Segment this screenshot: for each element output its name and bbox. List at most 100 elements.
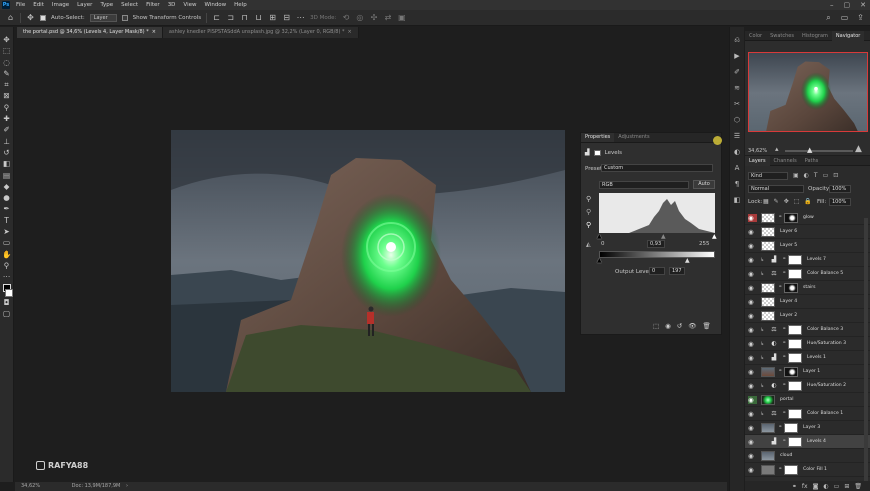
tab-unsplash[interactable]: ashley knedler PISPSTASddA unsplash.jpg … bbox=[162, 27, 359, 38]
tab-histogram[interactable]: Histogram bbox=[798, 31, 832, 41]
lock-image-icon[interactable]: ✎ bbox=[774, 198, 779, 205]
mask-link-icon[interactable]: ⚭ bbox=[782, 354, 786, 360]
crop-tool-icon[interactable]: ⌗ bbox=[2, 80, 11, 90]
blur-tool-icon[interactable]: ◆ bbox=[2, 182, 11, 192]
layer-thumbnail[interactable] bbox=[761, 367, 775, 377]
blend-mode-dropdown[interactable]: Normal bbox=[748, 185, 804, 193]
workspace-icon[interactable]: ▭ bbox=[840, 13, 849, 22]
layer-row[interactable]: ◉ Layer 6 bbox=[745, 225, 870, 239]
layer-row[interactable]: ◉ Layer 5 bbox=[745, 239, 870, 253]
layer-name[interactable]: Layer 5 bbox=[780, 239, 797, 253]
navigator-zoom-slider[interactable] bbox=[785, 150, 853, 152]
layer-row[interactable]: ◉ ↳ ⚖ ⚭ Color Balance 5 bbox=[745, 267, 870, 281]
layer-mask-thumbnail[interactable] bbox=[788, 381, 802, 391]
layer-thumbnail[interactable] bbox=[761, 395, 775, 405]
filter-pixel-icon[interactable]: ▣ bbox=[793, 172, 799, 179]
clipping-warning-icon[interactable]: ◭ bbox=[586, 241, 591, 248]
layer-name[interactable]: Levels 1 bbox=[807, 351, 826, 365]
visibility-eye-icon[interactable]: ◉ bbox=[748, 214, 757, 222]
layer-mask-thumbnail[interactable] bbox=[788, 437, 802, 447]
type-tool-icon[interactable]: T bbox=[2, 216, 11, 226]
brush-tool-icon[interactable]: ✐ bbox=[2, 125, 11, 135]
move-tool-icon[interactable]: ✥ bbox=[26, 13, 35, 22]
share-icon[interactable]: ⇪ bbox=[856, 13, 865, 22]
input-black-slider[interactable]: ▲ bbox=[597, 233, 602, 240]
layer-row[interactable]: ◉ ↳ ▟ ⚭ Levels 1 bbox=[745, 351, 870, 365]
mask-link-icon[interactable]: ⚭ bbox=[782, 270, 786, 276]
visibility-eye-icon[interactable]: ◉ bbox=[748, 438, 757, 446]
align-center-icon[interactable]: ⊐ bbox=[226, 13, 235, 22]
layer-mask-thumbnail[interactable] bbox=[784, 213, 798, 223]
preset-dropdown[interactable]: Custom bbox=[601, 164, 713, 172]
auto-select-dropdown[interactable]: Layer bbox=[89, 13, 117, 22]
delete-icon[interactable]: 🗑 bbox=[703, 322, 711, 330]
pen-tool-icon[interactable]: ✒ bbox=[2, 204, 11, 214]
3d-slide-icon[interactable]: ⇄ bbox=[383, 13, 392, 22]
layer-mask-thumbnail[interactable] bbox=[788, 325, 802, 335]
opacity-input[interactable]: 100% bbox=[829, 185, 851, 193]
navigator-preview[interactable] bbox=[748, 52, 868, 132]
transform-controls-checkbox[interactable] bbox=[121, 14, 128, 21]
maximize-icon[interactable]: ▢ bbox=[844, 1, 851, 9]
align-left-icon[interactable]: ⊏ bbox=[212, 13, 221, 22]
menu-filter[interactable]: Filter bbox=[146, 2, 160, 8]
quick-select-tool-icon[interactable]: ✎ bbox=[2, 69, 11, 79]
visibility-eye-icon[interactable]: ◉ bbox=[748, 312, 757, 320]
layer-name[interactable]: Layer 4 bbox=[780, 295, 797, 309]
menu-file[interactable]: File bbox=[16, 2, 25, 8]
zoom-out-icon[interactable]: ▴ bbox=[775, 145, 779, 153]
menu-image[interactable]: Image bbox=[52, 2, 69, 8]
actions-icon[interactable]: ▶ bbox=[732, 51, 742, 61]
black-point-eyedropper-icon[interactable]: ⚲ bbox=[586, 195, 591, 203]
tool-presets-icon[interactable]: ✂ bbox=[732, 99, 742, 109]
mask-link-icon[interactable]: ⚭ bbox=[778, 424, 782, 430]
layer-row[interactable]: ◉ ↳ ◐ ⚭ Hue/Saturation 2 bbox=[745, 379, 870, 393]
output-white-slider[interactable]: ▲ bbox=[685, 257, 690, 264]
layer-name[interactable]: Color Fill 1 bbox=[803, 463, 827, 477]
layer-name[interactable]: Layer 2 bbox=[780, 309, 797, 323]
more-tools-icon[interactable]: ⋯ bbox=[2, 272, 11, 282]
link-layers-icon[interactable]: ⚭ bbox=[792, 483, 797, 490]
output-white-value[interactable]: 197 bbox=[669, 267, 685, 275]
mask-link-icon[interactable]: ⚭ bbox=[782, 340, 786, 346]
close-icon[interactable]: × bbox=[348, 29, 352, 35]
clone-stamp-icon[interactable]: ⊥ bbox=[2, 137, 11, 147]
input-gamma-slider[interactable]: ▲ bbox=[661, 233, 666, 240]
input-gamma-value[interactable]: 0,93 bbox=[647, 240, 665, 248]
layer-row[interactable]: ◉ ↳ ⚖ ⚭ Color Balance 3 bbox=[745, 323, 870, 337]
3d-roll-icon[interactable]: ◎ bbox=[355, 13, 364, 22]
eraser-tool-icon[interactable]: ◧ bbox=[2, 159, 11, 169]
layer-name[interactable]: Layer 3 bbox=[803, 421, 820, 435]
tab-properties[interactable]: Properties bbox=[581, 133, 615, 142]
layer-row[interactable]: ◉ cloud bbox=[745, 449, 870, 463]
layer-name[interactable]: Color Balance 1 bbox=[807, 407, 843, 421]
home-icon[interactable]: ⌂ bbox=[6, 13, 15, 22]
tab-channels[interactable]: Channels bbox=[770, 156, 801, 166]
dodge-tool-icon[interactable]: ● bbox=[2, 193, 11, 203]
layer-mask-thumbnail[interactable] bbox=[784, 465, 798, 475]
layer-name[interactable]: Color Balance 3 bbox=[807, 323, 843, 337]
filter-type-icon[interactable]: T bbox=[814, 172, 818, 179]
menu-layer[interactable]: Layer bbox=[77, 2, 92, 8]
layer-thumbnail[interactable] bbox=[761, 311, 775, 321]
3d-icon[interactable]: ⬡ bbox=[732, 115, 742, 125]
history-icon[interactable]: ⎌ bbox=[732, 35, 742, 45]
move-tool-icon[interactable]: ✥ bbox=[2, 35, 11, 45]
layer-thumbnail[interactable] bbox=[761, 451, 775, 461]
mask-link-icon[interactable]: ⚭ bbox=[782, 326, 786, 332]
layer-name[interactable]: Levels 4 bbox=[807, 435, 826, 449]
output-black-value[interactable]: 0 bbox=[649, 267, 665, 275]
layer-mask-thumbnail[interactable] bbox=[788, 255, 802, 265]
layer-row[interactable]: ◉ ⚭ Color Fill 1 bbox=[745, 463, 870, 477]
layers-scrollbar[interactable] bbox=[864, 218, 868, 483]
input-white-value[interactable]: 255 bbox=[699, 241, 710, 247]
menu-3d[interactable]: 3D bbox=[168, 2, 176, 8]
reset-icon[interactable]: ↺ bbox=[677, 322, 682, 330]
zoom-slider-handle[interactable]: ▲ bbox=[807, 146, 812, 154]
status-zoom[interactable]: 34,62% bbox=[21, 483, 40, 489]
layer-row[interactable]: ◉ ⚭ Layer 3 bbox=[745, 421, 870, 435]
auto-select-checkbox[interactable] bbox=[40, 14, 46, 21]
hand-tool-icon[interactable]: ✋ bbox=[2, 250, 11, 260]
3d-pan-icon[interactable]: ✣ bbox=[369, 13, 378, 22]
white-point-eyedropper-icon[interactable]: ⚲ bbox=[586, 221, 591, 229]
